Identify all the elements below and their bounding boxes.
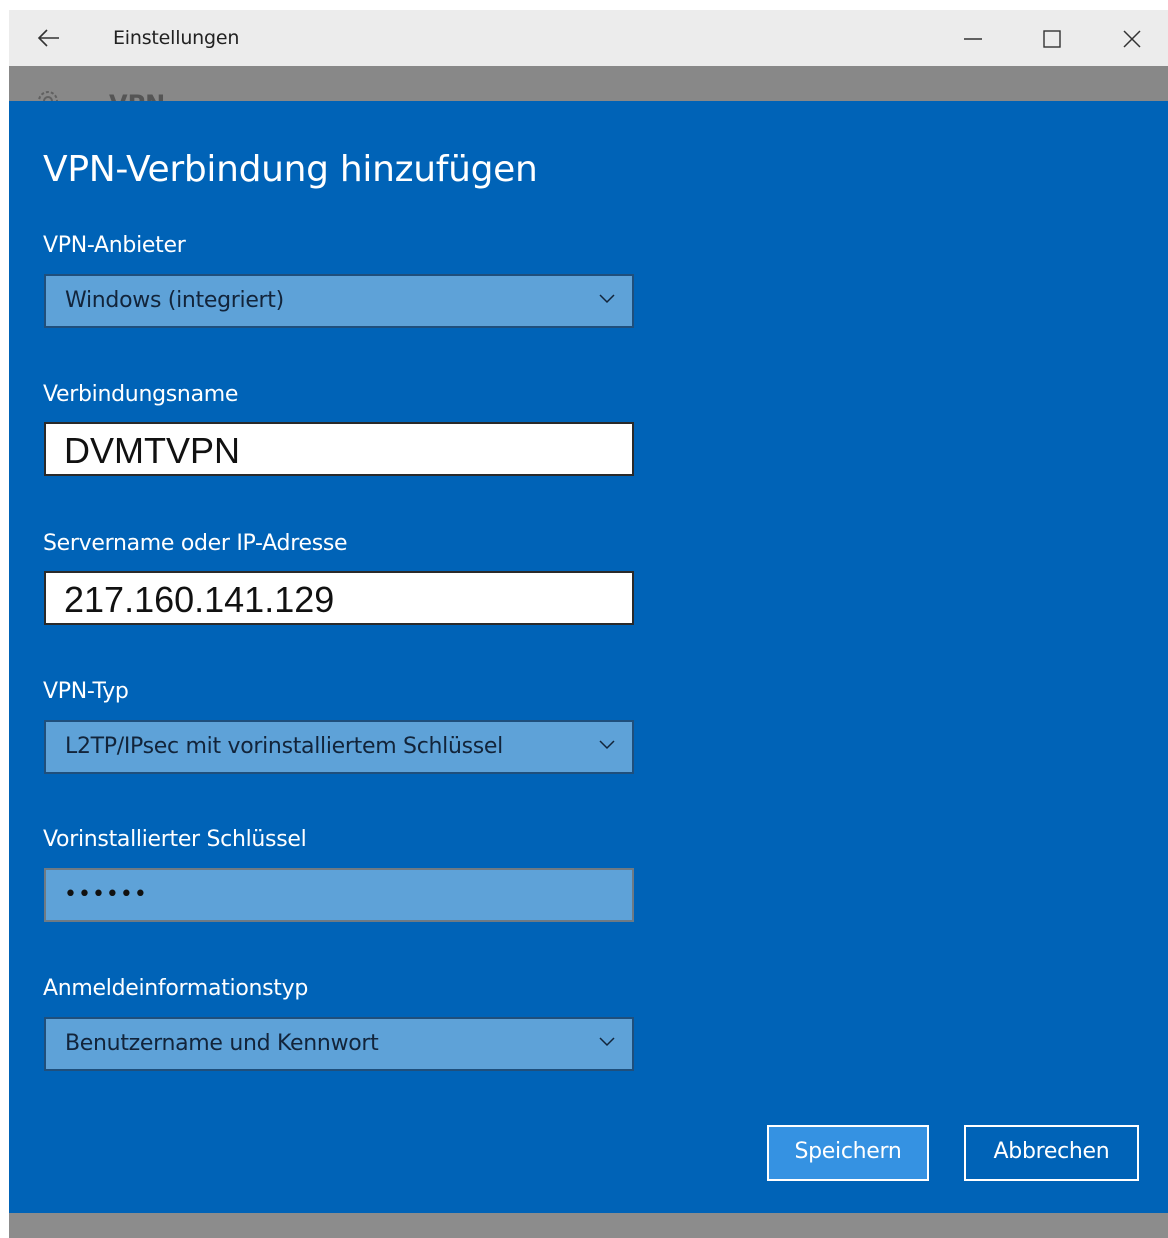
minimize-icon [964, 38, 982, 40]
provider-label: VPN-Anbieter [43, 233, 186, 258]
cancel-button[interactable]: Abbrechen [964, 1125, 1139, 1181]
connection-name-label: Verbindungsname [43, 382, 239, 407]
preshared-key-input[interactable]: •••••• [44, 868, 634, 922]
chevron-down-icon [599, 740, 615, 750]
preshared-key-value: •••••• [64, 882, 148, 907]
minimize-button[interactable] [958, 24, 988, 54]
close-icon [1123, 30, 1141, 48]
provider-select-value: Windows (integriert) [65, 288, 284, 313]
vpn-type-select-value: L2TP/IPsec mit vorinstalliertem Schlüsse… [65, 734, 503, 759]
chevron-down-icon [599, 1037, 615, 1047]
maximize-button[interactable] [1037, 24, 1067, 54]
window-title: Einstellungen [113, 27, 240, 49]
close-button[interactable] [1117, 24, 1147, 54]
server-label: Servername oder IP-Adresse [43, 531, 348, 556]
maximize-icon [1043, 30, 1061, 48]
server-address-input[interactable]: 217.160.141.129 [44, 571, 634, 625]
dialog-title: VPN-Verbindung hinzufügen [43, 149, 538, 190]
server-address-value: 217.160.141.129 [64, 579, 335, 620]
background-page-header: VPN [9, 66, 1168, 102]
connection-name-value: DVMTVPN [64, 430, 241, 471]
arrow-left-icon [37, 29, 59, 47]
save-button[interactable]: Speichern [767, 1125, 929, 1181]
credential-type-label: Anmeldeinformationstyp [43, 976, 309, 1001]
connection-name-input[interactable]: DVMTVPN [44, 422, 634, 476]
preshared-key-label: Vorinstallierter Schlüssel [43, 827, 307, 852]
chevron-down-icon [599, 294, 615, 304]
title-bar: Einstellungen [9, 10, 1168, 66]
provider-select[interactable]: Windows (integriert) [44, 274, 634, 328]
credential-type-select[interactable]: Benutzername und Kennwort [44, 1017, 634, 1071]
back-button[interactable] [33, 24, 65, 52]
settings-window: Einstellungen VPN VPN-Verbindung hinzufü… [9, 10, 1168, 1238]
credential-type-select-value: Benutzername und Kennwort [65, 1031, 379, 1056]
gear-icon [38, 91, 58, 102]
add-vpn-dialog: VPN-Verbindung hinzufügen VPN-Anbieter W… [9, 101, 1168, 1213]
vpn-type-select[interactable]: L2TP/IPsec mit vorinstalliertem Schlüsse… [44, 720, 634, 774]
background-footer [9, 1213, 1168, 1238]
vpn-type-label: VPN-Typ [43, 679, 129, 704]
